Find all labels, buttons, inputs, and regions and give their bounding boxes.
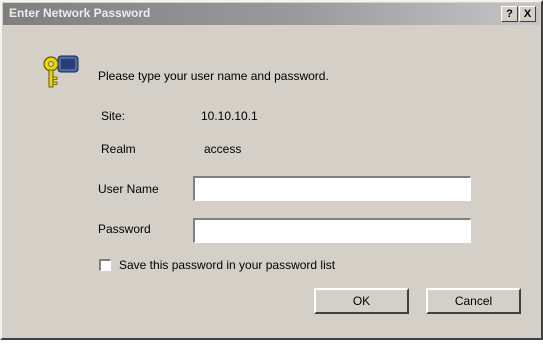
close-button[interactable]: X [519, 6, 536, 22]
ok-button[interactable]: OK [314, 288, 409, 314]
help-button[interactable]: ? [501, 6, 518, 22]
prompt-text: Please type your user name and password. [98, 69, 329, 83]
save-password-checkbox[interactable] [99, 259, 111, 271]
realm-value: access [204, 142, 242, 156]
cancel-button[interactable]: Cancel [426, 288, 521, 314]
save-password-label[interactable]: Save this password in your password list [119, 258, 335, 272]
key-icon [43, 55, 79, 88]
network-password-dialog: Enter Network Password ? X Please type y… [0, 0, 543, 340]
user-name-label: User Name [98, 182, 159, 196]
password-label: Password [98, 222, 151, 236]
title-bar[interactable]: Enter Network Password ? X [3, 3, 540, 25]
realm-label: Realm [101, 142, 136, 156]
site-label: Site: [101, 109, 126, 123]
password-input[interactable] [193, 218, 471, 243]
window-title: Enter Network Password [9, 6, 151, 20]
site-value: 10.10.10.1 [201, 109, 258, 123]
user-name-input[interactable] [193, 176, 471, 201]
